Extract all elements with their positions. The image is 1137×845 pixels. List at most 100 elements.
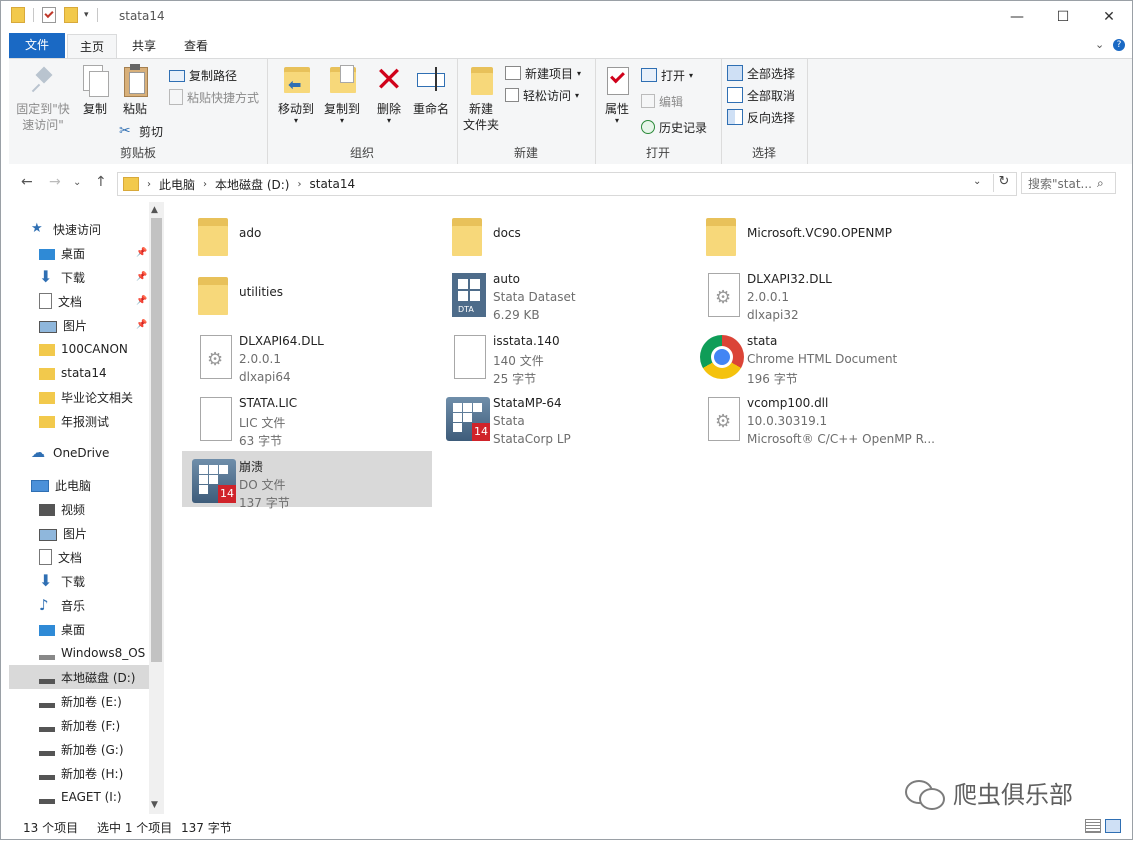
help-icon[interactable]: ? [1113, 39, 1125, 51]
nav-local-disk-d[interactable]: 本地磁盘 (D:) [9, 665, 149, 689]
computer-icon [31, 480, 49, 492]
file-item-ado[interactable]: ado [182, 206, 432, 262]
pin-icon[interactable]: 📌 [136, 296, 147, 306]
copy-to-button[interactable]: 复制到 ▾ [319, 63, 365, 125]
recent-locations-chevron-icon[interactable]: ⌄ [73, 177, 81, 188]
pin-icon[interactable]: 📌 [136, 272, 147, 282]
rename-button[interactable]: 重命名 [409, 63, 453, 117]
file-item-dlxapi64-dll[interactable]: ⚙ DLXAPI64.DLL 2.0.0.1 dlxapi64 [182, 327, 432, 384]
file-type: LIC 文件 [239, 416, 286, 430]
move-to-button[interactable]: ⬅ 移动到 ▾ [273, 63, 319, 125]
copy-to-icon [326, 63, 358, 97]
chevron-down-icon: ▾ [575, 90, 580, 100]
refresh-icon[interactable]: ↻ [993, 174, 1014, 192]
new-folder-icon [465, 63, 497, 97]
paste-button[interactable]: 粘贴 [115, 63, 155, 117]
file-name: utilities [239, 285, 283, 299]
nav-label: EAGET (I:) [61, 790, 122, 804]
details-view-icon[interactable] [1085, 819, 1101, 833]
history-button[interactable]: 历史记录 [641, 117, 707, 137]
scroll-up-icon[interactable]: ▲ [151, 205, 158, 215]
nav-label: 下载 [61, 270, 86, 285]
folder-icon [444, 212, 490, 258]
file-name: 崩溃 [239, 460, 264, 474]
tab-view[interactable]: 查看 [173, 34, 219, 58]
file-item-docs[interactable]: docs [436, 206, 686, 262]
nav-label: 快速访问 [53, 222, 102, 237]
breadcrumb-this-pc[interactable]: 此电脑 [159, 176, 195, 193]
file-item-vcomp100-dll[interactable]: ⚙ vcomp100.dll 10.0.30319.1 Microsoft® C… [690, 389, 940, 446]
file-item-stata-lic[interactable]: STATA.LIC LIC 文件 63 字节 [182, 389, 432, 448]
breadcrumb-separator-icon[interactable]: › [297, 179, 301, 190]
pin-icon[interactable]: 📌 [136, 248, 147, 258]
edit-button[interactable]: 编辑 [641, 91, 683, 111]
explorer-window: ▾ stata14 — ☐ ✕ 文件 主页 共享 查看 ⌄ ? 固定到"快速访问… [0, 0, 1133, 840]
copy-button[interactable]: 复制 [75, 63, 115, 117]
select-group: 全部选择 全部取消 反向选择 选择 [721, 59, 808, 165]
new-group-label: 新建 [513, 146, 538, 160]
nav-label: 此电脑 [55, 478, 92, 493]
open-group-label: 打开 [645, 146, 670, 160]
scroll-down-icon[interactable]: ▼ [151, 800, 158, 810]
ribbon-tabs: 文件 主页 共享 查看 ⌄ ? [1, 32, 1132, 89]
minimize-button[interactable]: — [994, 1, 1040, 32]
close-button[interactable]: ✕ [1086, 1, 1132, 32]
tab-home[interactable]: 主页 [67, 34, 117, 59]
breadcrumb-separator-icon[interactable]: › [203, 179, 207, 190]
new-folder-label-line2: 文件夹 [462, 118, 499, 132]
select-all-button[interactable]: 全部选择 [727, 63, 795, 83]
file-item-auto[interactable]: DTA auto Stata Dataset 6.29 KB [436, 265, 686, 322]
invert-selection-button[interactable]: 反向选择 [727, 107, 795, 127]
file-item-dlxapi32-dll[interactable]: ⚙ DLXAPI32.DLL 2.0.0.1 dlxapi32 [690, 265, 940, 322]
breadcrumb-stata14[interactable]: stata14 [309, 177, 355, 191]
open-group: 属性 ▾ 打开 ▾ 编辑 历史记录 打开 [595, 59, 722, 165]
file-item-crash-do[interactable]: 14 崩溃 DO 文件 137 字节 [182, 451, 432, 510]
properties-button[interactable]: 属性 ▾ [599, 63, 635, 125]
rename-icon [415, 63, 447, 97]
file-item-utilities[interactable]: utilities [182, 265, 432, 321]
nav-pane-scrollbar[interactable]: ▲ ▼ [149, 202, 164, 814]
scrollbar-thumb[interactable] [151, 218, 162, 662]
file-item-statamp-64[interactable]: 14 StataMP-64 Stata StataCorp LP [436, 389, 686, 446]
tab-share[interactable]: 共享 [121, 34, 167, 58]
paste-shortcut-button[interactable]: 粘贴快捷方式 [169, 87, 259, 107]
file-description: dlxapi32 [747, 308, 799, 322]
new-folder-icon[interactable] [64, 7, 78, 23]
new-item-button[interactable]: 新建项目 ▾ [505, 63, 581, 83]
chevron-down-icon[interactable]: ▾ [84, 10, 89, 20]
file-item-microsoft-vc90-openmp[interactable]: Microsoft.VC90.OPENMP [690, 206, 940, 262]
forward-arrow-icon[interactable]: → [49, 174, 61, 190]
nav-label: 音乐 [61, 598, 86, 613]
easy-access-button[interactable]: 轻松访问 ▾ [505, 85, 579, 105]
chevron-down-icon: ▾ [293, 116, 298, 125]
chevron-down-icon: ▾ [689, 70, 694, 80]
file-item-isstata-140[interactable]: isstata.140 140 文件 25 字节 [436, 327, 686, 386]
download-arrow-icon: ⬇ [39, 267, 53, 286]
up-arrow-icon[interactable]: ↑ [95, 174, 107, 190]
copy-label: 复制 [82, 102, 107, 116]
delete-button[interactable]: ✕ 删除 ▾ [371, 63, 407, 125]
file-item-stata-html[interactable]: stata Chrome HTML Document 196 字节 [690, 327, 940, 386]
pin-icon[interactable]: 📌 [136, 320, 147, 330]
maximize-button[interactable]: ☐ [1040, 1, 1086, 32]
address-dropdown-chevron-icon[interactable]: ⌄ [973, 176, 981, 187]
search-icon[interactable]: ⌕ [1097, 176, 1104, 191]
copy-path-label: 复制路径 [189, 68, 238, 83]
pin-quick-access-button[interactable]: 固定到"快速访问" [13, 63, 75, 133]
large-icons-view-icon[interactable] [1105, 819, 1121, 833]
nav-label: 下载 [61, 574, 86, 589]
select-none-button[interactable]: 全部取消 [727, 85, 795, 105]
new-folder-button[interactable]: 新建 文件夹 [461, 63, 501, 133]
open-button[interactable]: 打开 ▾ [641, 65, 693, 85]
address-bar[interactable]: › 此电脑 › 本地磁盘 (D:) › stata14 [117, 172, 1017, 196]
breadcrumb-drive-d[interactable]: 本地磁盘 (D:) [215, 176, 289, 193]
back-arrow-icon[interactable]: ← [21, 174, 33, 190]
file-name: STATA.LIC [239, 396, 298, 410]
ribbon-collapse-icon[interactable]: ⌄ [1095, 38, 1104, 51]
navigation-pane: ★ 快速访问 桌面 ⬇ 下载 文档 图片 100CANON stata14 毕业… [9, 202, 164, 814]
nav-label: 桌面 [61, 246, 86, 261]
properties-check-icon[interactable] [42, 7, 56, 23]
copy-path-button[interactable]: 复制路径 [169, 65, 237, 85]
cut-button[interactable]: ✂ 剪切 [119, 121, 163, 141]
breadcrumb-separator-icon[interactable]: › [147, 179, 151, 190]
